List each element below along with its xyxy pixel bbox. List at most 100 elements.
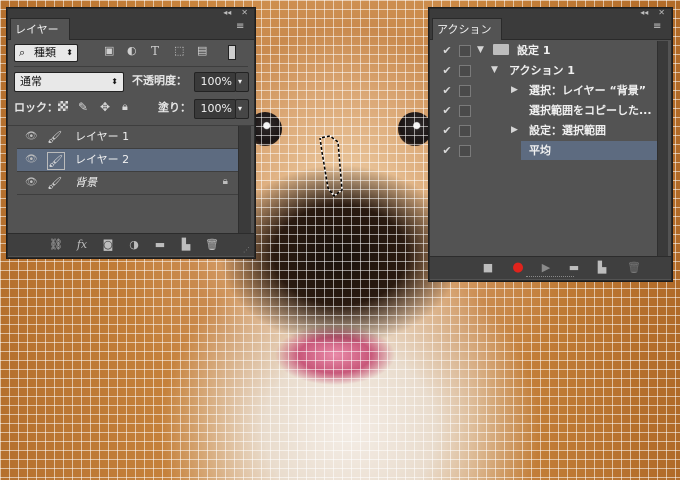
collapse-icon[interactable]: ◂◂ bbox=[640, 9, 648, 17]
dialog-toggle-icon[interactable] bbox=[459, 45, 471, 57]
record-icon[interactable]: ● bbox=[510, 261, 526, 275]
close-icon[interactable]: ✕ bbox=[658, 9, 665, 17]
lock-icon: 🔒︎ bbox=[222, 176, 228, 187]
marquee-selection bbox=[319, 135, 343, 198]
checkmark-icon[interactable]: ✔ bbox=[439, 103, 455, 118]
dialog-toggle-icon[interactable] bbox=[459, 65, 471, 77]
shape-layer-filter-icon[interactable]: ⬚ bbox=[174, 44, 184, 57]
checkmark-icon[interactable]: ✔ bbox=[439, 123, 455, 138]
visibility-eye-icon[interactable]: 👁︎ bbox=[25, 154, 38, 166]
layer-name: 背景 bbox=[75, 176, 97, 189]
brush-icon: 🖌︎ bbox=[47, 130, 63, 144]
resize-handle[interactable] bbox=[526, 276, 574, 280]
chevron-updown-icon: ⬍ bbox=[111, 77, 118, 86]
new-set-folder-icon[interactable]: ▬ bbox=[566, 261, 582, 275]
action-step-row[interactable]: ✔ ▶ 選択：レイヤー “背景” bbox=[439, 81, 657, 100]
search-icon: ⌕ bbox=[19, 46, 26, 59]
fill-label: 塗り： bbox=[158, 101, 191, 114]
dialog-toggle-icon[interactable] bbox=[459, 85, 471, 97]
lock-transparent-icon[interactable] bbox=[58, 101, 68, 111]
layer-name: レイヤー 2 bbox=[75, 153, 130, 166]
fx-icon[interactable]: fx bbox=[74, 238, 90, 252]
layer-row-selected[interactable]: 👁︎ 🖌︎ レイヤー 2 bbox=[17, 149, 244, 172]
dialog-toggle-icon[interactable] bbox=[459, 105, 471, 117]
resize-grip-icon[interactable]: ⋰ bbox=[243, 246, 250, 254]
trash-icon[interactable]: 🗑︎ bbox=[204, 238, 220, 252]
actions-panel-titlebar[interactable]: ◂◂ ✕ bbox=[430, 9, 671, 17]
visibility-eye-icon[interactable]: 👁︎ bbox=[25, 177, 38, 189]
actions-panel: ◂◂ ✕ アクション ≡ ✔ ▼ 設定 1 ✔ ▼ アクション 1 ✔ ▶ 選択… bbox=[429, 8, 672, 281]
filter-kind-label: 種類 bbox=[34, 46, 56, 59]
layer-list: 👁︎ 🖌︎ レイヤー 1 👁︎ 🖌︎ レイヤー 2 👁︎ 🖌︎ 背景 🔒︎ bbox=[8, 125, 254, 234]
lock-all-icon[interactable]: 🔒︎ bbox=[122, 99, 128, 115]
add-mask-icon[interactable]: ◙ bbox=[100, 238, 116, 252]
opacity-input[interactable]: 100% bbox=[194, 72, 236, 92]
smart-object-filter-icon[interactable]: ▤ bbox=[197, 44, 207, 57]
layer-name: レイヤー 1 bbox=[75, 130, 130, 143]
brush-icon: 🖌︎ bbox=[47, 176, 63, 190]
action-label: 平均 bbox=[529, 144, 551, 157]
brush-icon: 🖌︎ bbox=[47, 152, 65, 170]
dialog-toggle-icon[interactable] bbox=[459, 125, 471, 137]
link-layers-icon[interactable]: ⛓︎ bbox=[48, 238, 64, 252]
action-label: アクション 1 bbox=[509, 64, 575, 77]
opacity-slider-button[interactable]: ▾ bbox=[235, 72, 249, 92]
close-icon[interactable]: ✕ bbox=[241, 9, 248, 17]
tab-layers[interactable]: レイヤー bbox=[10, 18, 70, 40]
adjustment-layer-icon[interactable]: ◑ bbox=[126, 238, 142, 252]
panel-menu-icon[interactable]: ≡ bbox=[236, 22, 250, 32]
tab-actions-label: アクション bbox=[437, 23, 492, 36]
action-row[interactable]: ✔ ▼ アクション 1 bbox=[439, 61, 657, 80]
expand-triangle-icon[interactable]: ▶ bbox=[511, 84, 518, 97]
expand-triangle-icon[interactable]: ▼ bbox=[491, 64, 498, 77]
tab-actions[interactable]: アクション bbox=[432, 18, 503, 40]
type-layer-filter-icon[interactable]: T bbox=[151, 44, 159, 58]
filter-icons: ▣ ◐ T ⬚ ▤ bbox=[104, 44, 236, 60]
action-step-row[interactable]: ✔ ▶ 設定：選択範囲 bbox=[439, 121, 657, 140]
panel-menu-icon[interactable]: ≡ bbox=[653, 22, 667, 32]
checkmark-icon[interactable]: ✔ bbox=[439, 83, 455, 98]
trash-icon[interactable]: 🗑︎ bbox=[626, 261, 642, 275]
collapse-icon[interactable]: ◂◂ bbox=[223, 9, 231, 17]
chevron-down-icon: ▾ bbox=[238, 104, 243, 113]
lock-move-icon[interactable]: ✥ bbox=[100, 99, 110, 115]
filter-kind-dropdown[interactable]: ⌕ 種類 ⬍ bbox=[14, 44, 78, 62]
actions-scrollbar[interactable] bbox=[657, 41, 668, 257]
action-step-row-selected[interactable]: ✔ 平均 bbox=[439, 141, 657, 160]
layers-panel-titlebar[interactable]: ◂◂ ✕ bbox=[8, 9, 254, 17]
filter-toggle-switch[interactable] bbox=[228, 45, 236, 60]
action-set-row[interactable]: ✔ ▼ 設定 1 bbox=[439, 41, 657, 60]
checkmark-icon[interactable]: ✔ bbox=[439, 63, 455, 78]
visibility-eye-icon[interactable]: 👁︎ bbox=[25, 131, 38, 143]
tab-layers-label: レイヤー bbox=[15, 23, 59, 36]
play-icon[interactable]: ▶ bbox=[538, 261, 554, 275]
action-label: 設定：選択範囲 bbox=[529, 124, 606, 137]
pixel-layer-filter-icon[interactable]: ▣ bbox=[104, 44, 114, 57]
actions-list: ✔ ▼ 設定 1 ✔ ▼ アクション 1 ✔ ▶ 選択：レイヤー “背景” ✔ … bbox=[430, 41, 671, 257]
action-label: 選択：レイヤー “背景” bbox=[529, 84, 646, 97]
checkmark-icon[interactable]: ✔ bbox=[439, 43, 455, 58]
new-action-icon[interactable]: ▙ bbox=[594, 261, 610, 275]
new-group-icon[interactable]: ▬ bbox=[152, 238, 168, 252]
dialog-toggle-icon[interactable] bbox=[459, 145, 471, 157]
new-layer-icon[interactable]: ▙ bbox=[178, 238, 194, 252]
expand-triangle-icon[interactable]: ▶ bbox=[511, 124, 518, 137]
fill-value: 100% bbox=[200, 102, 232, 115]
layer-row[interactable]: 👁︎ 🖌︎ 背景 🔒︎ bbox=[17, 172, 244, 195]
action-step-row[interactable]: ✔ 選択範囲をコピーした... bbox=[439, 101, 657, 120]
blend-mode-dropdown[interactable]: 通常 ⬍ bbox=[14, 72, 124, 92]
lock-paint-icon[interactable]: ✎ bbox=[78, 99, 88, 115]
action-label: 設定 1 bbox=[517, 44, 551, 57]
fill-slider-button[interactable]: ▾ bbox=[235, 99, 249, 119]
fill-input[interactable]: 100% bbox=[194, 99, 236, 119]
layer-list-scrollbar[interactable] bbox=[238, 126, 251, 234]
layer-row[interactable]: 👁︎ 🖌︎ レイヤー 1 bbox=[17, 126, 244, 149]
expand-triangle-icon[interactable]: ▼ bbox=[477, 44, 484, 57]
adjustment-layer-filter-icon[interactable]: ◐ bbox=[127, 44, 137, 57]
stop-icon[interactable]: ■ bbox=[480, 261, 496, 275]
chevron-down-icon: ▾ bbox=[238, 77, 243, 86]
checkmark-icon[interactable]: ✔ bbox=[439, 143, 455, 158]
action-label: 選択範囲をコピーした... bbox=[529, 104, 652, 117]
chevron-updown-icon: ⬍ bbox=[66, 48, 73, 57]
opacity-value: 100% bbox=[200, 75, 232, 88]
